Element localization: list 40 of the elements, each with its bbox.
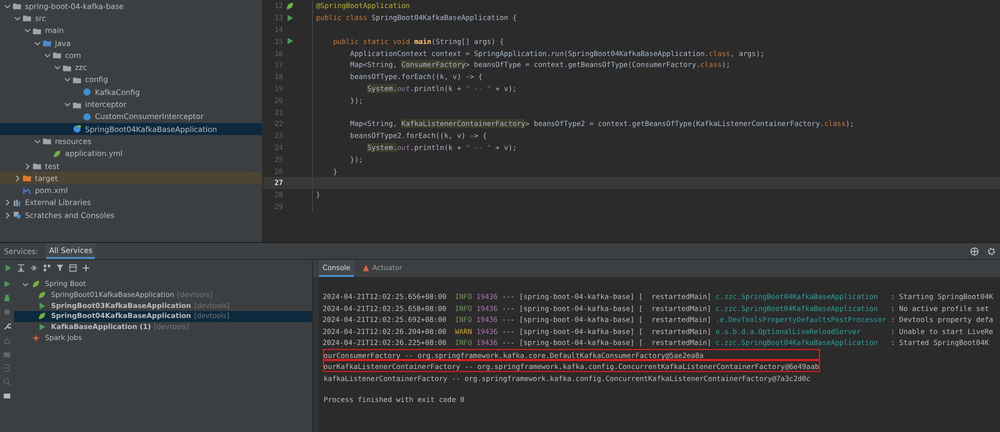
chevron-icon[interactable] bbox=[14, 14, 21, 22]
leaf-icon[interactable] bbox=[286, 2, 294, 10]
wrench-icon[interactable] bbox=[3, 322, 11, 330]
chevron-icon[interactable] bbox=[4, 2, 11, 10]
folder-icon bbox=[43, 137, 51, 146]
collapse-all-icon[interactable] bbox=[30, 264, 38, 272]
actuator-icon bbox=[362, 264, 370, 272]
star-icon bbox=[32, 334, 40, 342]
chevron-icon[interactable] bbox=[64, 76, 71, 84]
run-icon[interactable] bbox=[286, 14, 294, 22]
chevron-icon[interactable] bbox=[34, 138, 41, 145]
chevron-icon[interactable] bbox=[24, 27, 31, 34]
chevron-icon[interactable] bbox=[14, 174, 21, 182]
leaf-icon bbox=[38, 312, 46, 320]
chevron-icon[interactable] bbox=[22, 280, 29, 288]
run-icon[interactable] bbox=[286, 37, 294, 46]
scratches-icon bbox=[13, 211, 21, 220]
chevron-icon[interactable] bbox=[44, 52, 51, 59]
add-icon[interactable] bbox=[82, 264, 90, 272]
maven-icon bbox=[23, 186, 31, 195]
class-icon bbox=[83, 88, 91, 96]
run-icon bbox=[38, 302, 46, 310]
folder-icon bbox=[73, 100, 81, 109]
class-icon bbox=[73, 125, 81, 134]
chevron-icon[interactable] bbox=[54, 64, 61, 72]
chevron-icon[interactable] bbox=[24, 162, 31, 170]
chevron-icon[interactable] bbox=[4, 199, 11, 206]
chevron-icon[interactable] bbox=[4, 212, 11, 219]
class-icon bbox=[83, 112, 91, 121]
chevron-icon[interactable] bbox=[34, 40, 41, 47]
run-icon bbox=[38, 323, 46, 332]
library-icon bbox=[13, 198, 21, 207]
filter-icon[interactable] bbox=[56, 264, 64, 272]
group-icon[interactable] bbox=[43, 264, 51, 272]
globe-icon[interactable] bbox=[970, 246, 979, 256]
leaf-icon bbox=[53, 150, 61, 158]
chevron-icon[interactable] bbox=[64, 101, 71, 108]
debug-icon[interactable] bbox=[3, 294, 11, 302]
expand-all-icon[interactable] bbox=[17, 264, 25, 272]
settings-icon[interactable] bbox=[987, 246, 996, 256]
